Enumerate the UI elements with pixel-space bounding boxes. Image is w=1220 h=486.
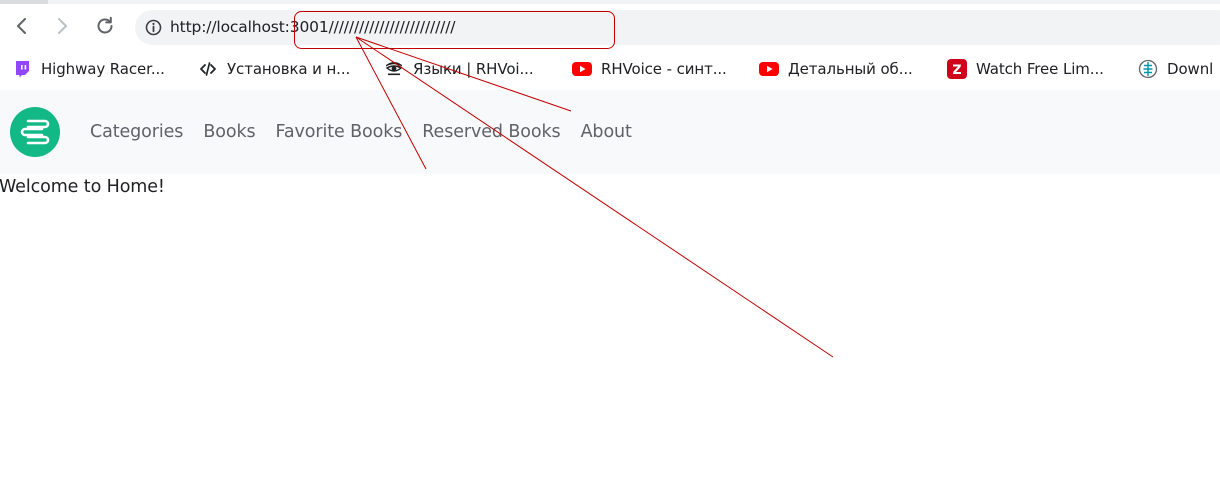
bookmark-rhvoice-languages[interactable]: Языки | RHVoi...: [384, 56, 534, 82]
welcome-heading: Welcome to Home!: [0, 177, 165, 197]
bookmark-label: Watch Free Lim...: [976, 60, 1104, 78]
bookmark-highway-racer[interactable]: Highway Racer...: [12, 56, 165, 82]
active-tab-edge[interactable]: [0, 0, 48, 4]
back-arrow-icon: [17, 18, 26, 34]
bookmark-watch-free[interactable]: Watch Free Lim...: [947, 56, 1104, 82]
back-button[interactable]: [7, 11, 37, 41]
nav-link-favorite-books[interactable]: Favorite Books: [276, 122, 403, 142]
eye-icon: [384, 59, 404, 79]
app-navbar: Categories Books Favorite Books Reserved…: [0, 90, 1220, 174]
browser-chrome: http://localhost:3001///////////////////…: [0, 0, 1220, 90]
bookmarks-bar: Highway Racer... Установка и н... Языки …: [0, 52, 1220, 86]
bookmark-label: Языки | RHVoi...: [413, 60, 534, 78]
app-logo[interactable]: [10, 107, 60, 157]
twitch-icon: [12, 59, 32, 79]
bookmark-label: Установка и н...: [227, 60, 351, 78]
nav-link-categories[interactable]: Categories: [90, 122, 183, 142]
site-info-icon[interactable]: [145, 19, 162, 36]
reload-icon: [97, 16, 113, 34]
bookmark-label: Downl: [1167, 60, 1214, 78]
nav-link-books[interactable]: Books: [203, 122, 255, 142]
bookmark-label: Highway Racer...: [41, 60, 165, 78]
nav-link-about[interactable]: About: [581, 122, 632, 142]
bookmark-rhvoice-synth[interactable]: RHVoice - синт...: [572, 56, 727, 82]
address-bar[interactable]: http://localhost:3001///////////////////…: [135, 10, 1220, 45]
tab-strip-edge: [0, 0, 1220, 4]
youtube-icon: [759, 59, 779, 79]
reload-button[interactable]: [90, 11, 120, 41]
url-text[interactable]: http://localhost:3001///////////////////…: [170, 16, 456, 38]
bookmark-label: RHVoice - синт...: [601, 60, 727, 78]
bookmark-download[interactable]: Downl: [1138, 56, 1213, 82]
z-logo-icon: [947, 59, 967, 79]
forward-button[interactable]: [47, 11, 77, 41]
books-stack-icon: [20, 119, 50, 145]
code-icon: [198, 59, 218, 79]
forward-arrow-icon: [58, 18, 67, 34]
globe-icon: [1138, 59, 1158, 79]
youtube-icon: [572, 59, 592, 79]
bookmark-detailed-review[interactable]: Детальный об...: [759, 56, 913, 82]
bookmark-installation[interactable]: Установка и н...: [198, 56, 350, 82]
bookmark-label: Детальный об...: [788, 60, 913, 78]
nav-link-reserved-books[interactable]: Reserved Books: [422, 122, 560, 142]
nav-links: Categories Books Favorite Books Reserved…: [90, 119, 652, 145]
